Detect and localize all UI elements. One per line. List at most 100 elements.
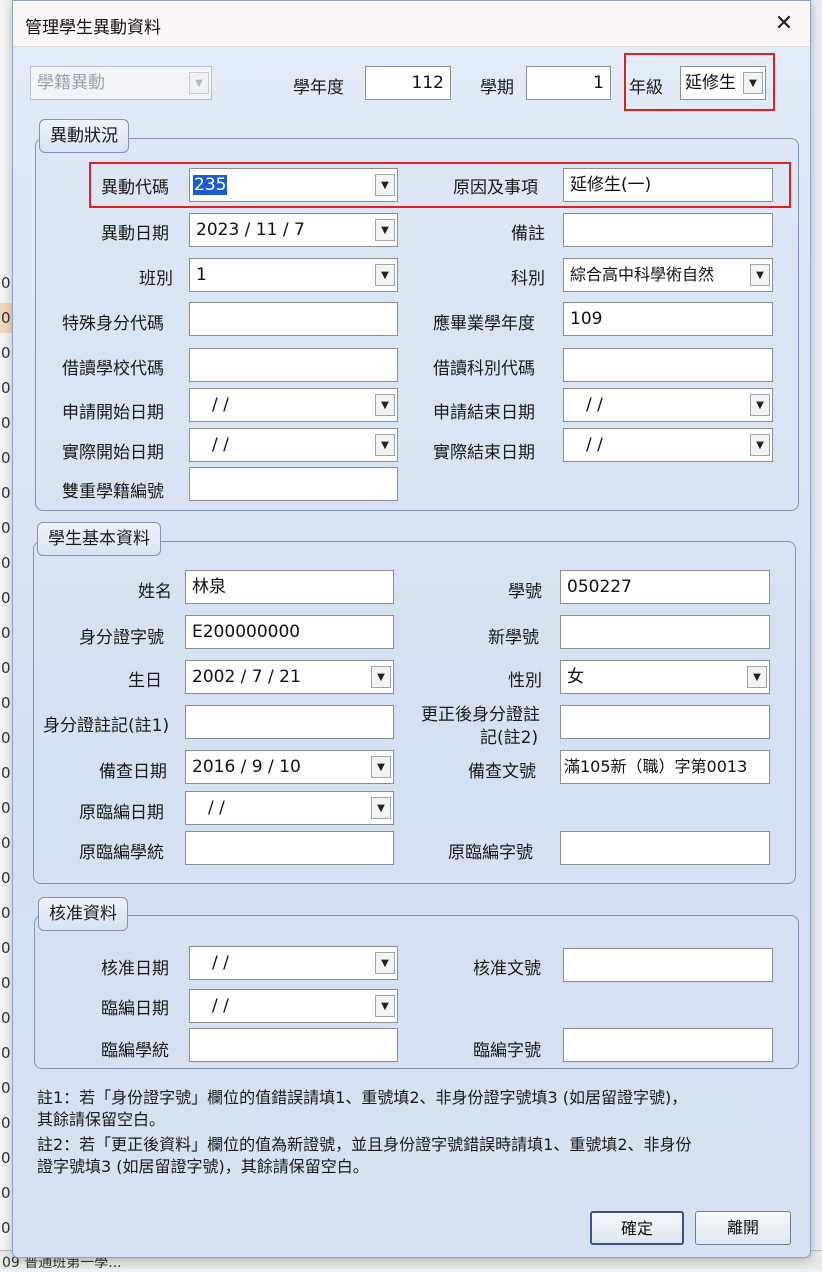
chevron-down-icon: ▼ <box>747 666 767 688</box>
apply-start-picker[interactable]: / / ▼ <box>189 388 398 422</box>
temp-date-picker[interactable]: / / ▼ <box>189 989 398 1023</box>
chevron-down-icon: ▼ <box>371 756 391 778</box>
dual-enroll-input[interactable] <box>189 467 398 501</box>
borrow-dept-input[interactable] <box>563 348 773 382</box>
background-right-edge <box>810 0 822 1269</box>
orig-temp-system-input[interactable] <box>185 831 394 865</box>
chevron-down-icon: ▼ <box>371 666 391 688</box>
id-note-label: 身分證註記(註1) <box>43 716 170 736</box>
temp-date-value: / / <box>212 996 229 1016</box>
note-1-line-1: 註1：若「身份證字號」欄位的值錯誤請填1、重號填2、非身份證字號填3 (如居留證… <box>37 1088 688 1107</box>
chevron-down-icon: ▼ <box>375 434 395 456</box>
grad-year-input[interactable]: 109 <box>563 302 773 336</box>
check-date-label: 備查日期 <box>99 762 167 782</box>
class-select[interactable]: 1 ▼ <box>189 258 398 292</box>
chevron-down-icon: ▼ <box>375 394 395 416</box>
leave-button[interactable]: 離開 <box>695 1211 791 1245</box>
actual-start-picker[interactable]: / / ▼ <box>189 428 398 462</box>
change-date-value: 2023 / 11 / 7 <box>196 220 305 240</box>
chevron-down-icon: ▼ <box>750 434 770 456</box>
orig-temp-date-value: / / <box>208 798 225 818</box>
orig-temp-system-label: 原臨編學統 <box>79 843 164 863</box>
approval-doc-input[interactable] <box>563 948 773 982</box>
actual-start-label: 實際開始日期 <box>62 443 164 463</box>
gender-select[interactable]: 女 ▼ <box>560 660 770 694</box>
gender-label: 性別 <box>508 671 542 691</box>
change-record-dialog: 管理學生異動資料 ✕ 學籍異動 ▼ 學年度 112 學期 1 年級 延修生 ▼ … <box>12 0 811 1258</box>
birthday-picker[interactable]: 2002 / 7 / 21 ▼ <box>185 660 394 694</box>
id-number-input[interactable]: E200000000 <box>185 615 394 649</box>
note-2-line-2: 證字號填3 (如居留證字號)，其餘請保留空白。 <box>37 1157 369 1176</box>
chevron-down-icon: ▼ <box>375 995 395 1017</box>
id-fix-label-line1: 更正後身分證註 <box>421 705 540 725</box>
borrow-school-label: 借讀學校代碼 <box>62 359 164 379</box>
orig-temp-date-picker[interactable]: / / ▼ <box>185 791 394 825</box>
change-date-label: 異動日期 <box>101 224 169 244</box>
chevron-down-icon: ▼ <box>375 264 395 286</box>
title-bar: 管理學生異動資料 ✕ <box>13 1 810 47</box>
term-label: 學期 <box>480 78 514 98</box>
ok-button[interactable]: 確定 <box>590 1211 684 1245</box>
approval-date-picker[interactable]: / / ▼ <box>189 946 398 980</box>
apply-start-value: / / <box>212 395 229 415</box>
id-fix-input[interactable] <box>560 705 770 739</box>
class-label: 班別 <box>139 269 173 289</box>
orig-temp-no-input[interactable] <box>560 831 770 865</box>
note-2-line-1: 註2：若「更正後資料」欄位的值為新證號，並且身份證字號錯誤時請填1、重號填2、非… <box>37 1135 692 1154</box>
chevron-down-icon: ▼ <box>750 264 770 286</box>
borrow-school-input[interactable] <box>189 348 398 382</box>
check-doc-label: 備查文號 <box>468 762 536 782</box>
change-date-picker[interactable]: 2023 / 11 / 7 ▼ <box>189 213 398 247</box>
temp-no-input[interactable] <box>563 1028 773 1062</box>
dept-select[interactable]: 綜合高中科學術自然 ▼ <box>563 258 773 292</box>
term-input[interactable]: 1 <box>526 66 611 100</box>
name-label: 姓名 <box>138 582 172 602</box>
student-id-label: 學號 <box>508 582 542 602</box>
orig-temp-no-label: 原臨編字號 <box>448 843 533 863</box>
new-student-id-label: 新學號 <box>488 628 539 648</box>
year-input[interactable]: 112 <box>365 66 451 100</box>
dept-label: 科別 <box>511 269 545 289</box>
remark-input[interactable] <box>563 213 773 247</box>
actual-end-label: 實際結束日期 <box>433 443 535 463</box>
temp-date-label: 臨編日期 <box>101 999 169 1019</box>
dialog-title: 管理學生異動資料 <box>25 18 161 38</box>
special-id-input[interactable] <box>189 302 398 336</box>
approval-title: 核准資料 <box>38 897 128 931</box>
check-date-picker[interactable]: 2016 / 9 / 10 ▼ <box>185 750 394 784</box>
temp-system-input[interactable] <box>189 1028 398 1062</box>
actual-start-value: / / <box>212 435 229 455</box>
actual-end-picker[interactable]: / / ▼ <box>563 428 773 462</box>
new-student-id-input[interactable] <box>560 615 770 649</box>
chevron-down-icon: ▼ <box>750 394 770 416</box>
check-doc-input[interactable]: 滿105新（職）字第0013 <box>560 750 770 784</box>
name-input[interactable]: 林泉 <box>185 570 394 604</box>
dual-enroll-label: 雙重學籍編號 <box>62 482 164 502</box>
change-code-select[interactable]: 235 ▼ <box>189 168 398 202</box>
chevron-down-icon: ▼ <box>189 72 209 94</box>
change-status-title: 異動狀況 <box>39 119 129 153</box>
category-select[interactable]: 學籍異動 ▼ <box>30 66 212 100</box>
borrow-dept-label: 借讀科別代碼 <box>433 359 535 379</box>
apply-end-picker[interactable]: / / ▼ <box>563 388 773 422</box>
apply-start-label: 申請開始日期 <box>62 403 164 423</box>
temp-system-label: 臨編學統 <box>101 1041 169 1061</box>
change-code-label: 異動代碼 <box>101 178 169 198</box>
chevron-down-icon: ▼ <box>375 219 395 241</box>
note-1-line-2: 其餘請保留空白。 <box>37 1110 166 1129</box>
apply-end-label: 申請結束日期 <box>433 403 535 423</box>
approval-date-value: / / <box>212 953 229 973</box>
grad-year-label: 應畢業學年度 <box>433 314 535 334</box>
note-1: 註1：若「身份證字號」欄位的值錯誤請填1、重號填2、非身份證字號填3 (如居留證… <box>37 1087 687 1131</box>
category-value: 學籍異動 <box>37 73 105 93</box>
note-2: 註2：若「更正後資料」欄位的值為新證號，並且身份證字號錯誤時請填1、重號填2、非… <box>37 1134 692 1178</box>
apply-end-value: / / <box>586 395 603 415</box>
dept-value: 綜合高中科學術自然 <box>570 265 715 284</box>
reason-input[interactable]: 延修生(一) <box>563 168 773 202</box>
chevron-down-icon: ▼ <box>375 174 395 196</box>
close-icon[interactable]: ✕ <box>770 10 798 38</box>
approval-date-label: 核准日期 <box>101 959 169 979</box>
id-number-label: 身分證字號 <box>79 628 164 648</box>
id-note-input[interactable] <box>185 705 394 739</box>
student-id-input[interactable]: 050227 <box>560 570 770 604</box>
